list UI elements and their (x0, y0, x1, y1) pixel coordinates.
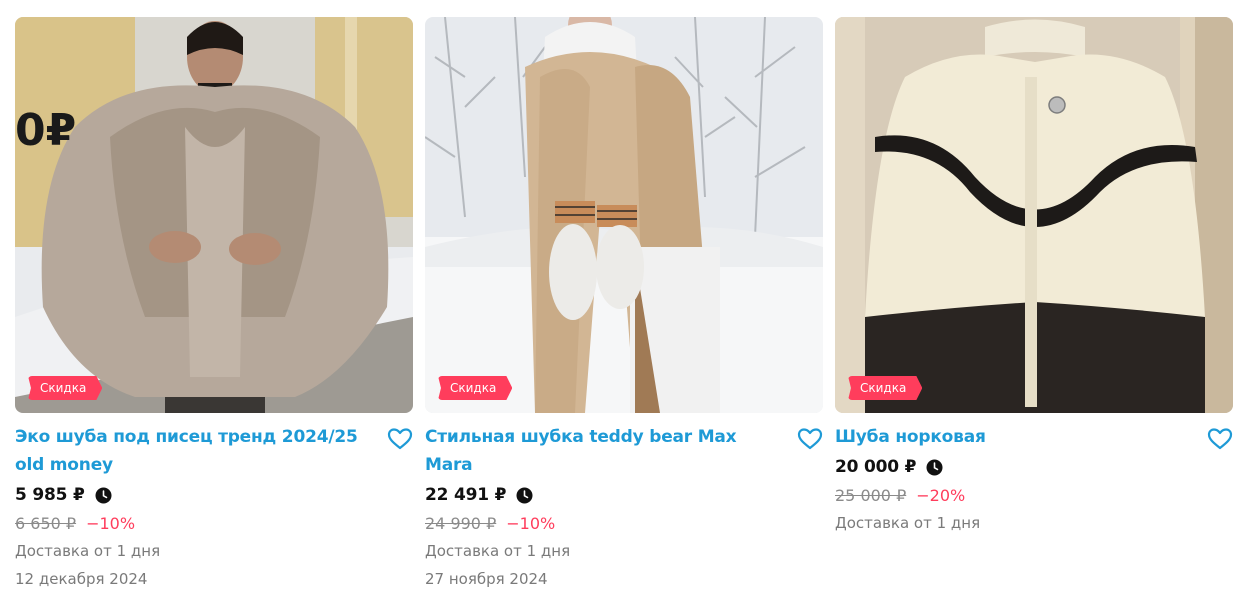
heart-outline-icon[interactable] (387, 427, 413, 451)
product-card[interactable]: 0₽ Скидка Эко шуба под писец тренд 2024/… (15, 17, 413, 593)
product-card[interactable]: Скидка Стильная шубка teddy bear Max Mar… (425, 17, 823, 593)
product-grid: 0₽ Скидка Эко шуба под писец тренд 2024/… (0, 0, 1248, 603)
product-title[interactable]: Эко шуба под писец тренд 2024/25 old mon… (15, 423, 379, 479)
product-price: 20 000 ₽ (835, 457, 917, 477)
listing-date: 27 ноября 2024 (425, 570, 548, 588)
old-price: 25 000 ₽ (835, 485, 907, 505)
discount-percent: −10% (86, 513, 136, 533)
teddy-coat-photo (425, 17, 823, 413)
discount-percent: −10% (506, 513, 556, 533)
clock-icon (516, 487, 533, 503)
delivery-info: Доставка от 1 дня (15, 542, 161, 560)
product-photo[interactable]: Скидка (425, 17, 823, 413)
discount-percent: −20% (916, 485, 966, 505)
product-price: 5 985 ₽ (15, 485, 85, 505)
old-price: 6 650 ₽ (15, 513, 77, 533)
heart-outline-icon[interactable] (797, 427, 823, 451)
product-title[interactable]: Шуба норковая (835, 423, 1199, 451)
clock-icon (926, 459, 943, 475)
old-price: 24 990 ₽ (425, 513, 497, 533)
product-photo[interactable]: Скидка (835, 17, 1233, 413)
product-card[interactable]: Скидка Шуба норковая 20 000 ₽ 25 000 ₽ −… (835, 17, 1233, 537)
poster-price-text: 0₽ (15, 105, 76, 156)
discount-badge: Скидка (848, 376, 923, 400)
discount-badge: Скидка (28, 376, 103, 400)
delivery-info: Доставка от 1 дня (425, 542, 571, 560)
clock-icon (95, 487, 112, 503)
heart-outline-icon[interactable] (1207, 427, 1233, 451)
product-photo[interactable]: 0₽ Скидка (15, 17, 413, 413)
listing-date: 12 декабря 2024 (15, 570, 148, 588)
product-price: 22 491 ₽ (425, 485, 507, 505)
delivery-info: Доставка от 1 дня (835, 514, 981, 532)
mink-coat-photo (835, 17, 1233, 413)
discount-badge: Скидка (438, 376, 513, 400)
fur-coat-photo: 0₽ (15, 17, 413, 413)
product-title[interactable]: Стильная шубка teddy bear Max Mara (425, 423, 789, 479)
